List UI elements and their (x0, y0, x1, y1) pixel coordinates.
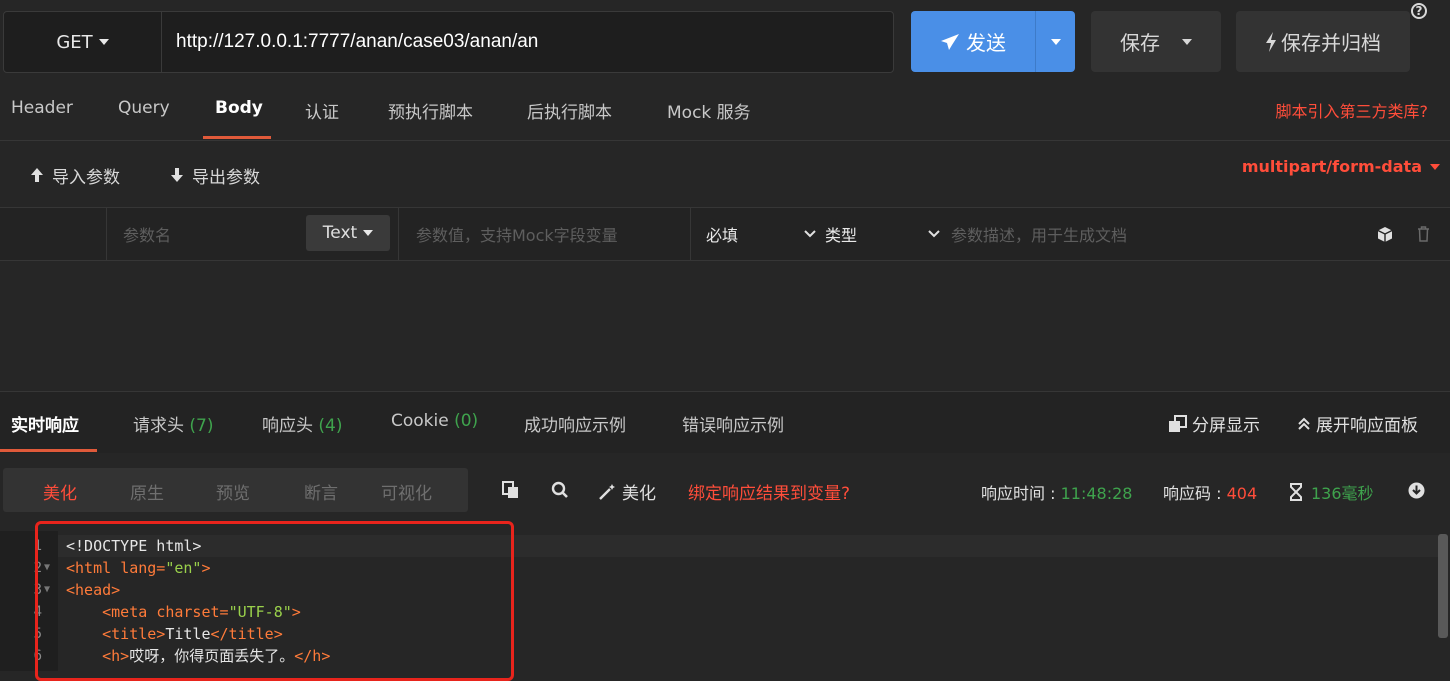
chevron-down-icon (1051, 38, 1061, 45)
param-type-select[interactable]: Text (306, 215, 390, 251)
response-time-label: 响应时间 : (981, 484, 1061, 503)
tab-label: 响应头 (262, 416, 313, 436)
chevron-down-icon (804, 230, 816, 238)
required-label: 必填 (706, 226, 739, 245)
split-view-label: 分屏显示 (1192, 416, 1260, 436)
search-icon[interactable] (551, 481, 569, 499)
save-archive-label: 保存并归档 (1281, 31, 1381, 55)
paper-plane-icon (941, 33, 959, 50)
chevron-down-icon (363, 230, 374, 236)
hourglass-icon (1290, 483, 1302, 501)
lightning-icon (1266, 31, 1276, 52)
download-icon[interactable] (1408, 482, 1425, 499)
import-params-button[interactable]: 导入参数 (30, 163, 120, 188)
split-view-button[interactable]: 分屏显示 (1168, 411, 1260, 436)
send-label: 发送 (966, 31, 1006, 55)
send-options-button[interactable] (1035, 11, 1076, 72)
tab-cookie[interactable]: Cookie (0) (391, 411, 478, 431)
response-time-value: 11:48:28 (1060, 484, 1133, 503)
export-params-button[interactable]: 导出参数 (170, 163, 260, 188)
divider (0, 140, 1450, 141)
type-label: 类型 (825, 226, 858, 245)
expand-panel-button[interactable]: 展开响应面板 (1296, 411, 1418, 436)
beautify-button[interactable]: 美化 (598, 479, 656, 504)
chevron-down-icon (1182, 38, 1192, 45)
double-chevron-up-icon (1298, 417, 1310, 430)
content-type-select[interactable]: multipart/form-data (1242, 157, 1440, 176)
param-name-input[interactable]: 参数名 (123, 208, 171, 260)
chevron-down-icon (98, 39, 109, 45)
active-tab-indicator (203, 136, 271, 139)
tab-success-example[interactable]: 成功响应示例 (524, 411, 626, 436)
view-mode-raw[interactable]: 原生 (130, 479, 164, 504)
export-params-label: 导出参数 (192, 167, 260, 188)
beautify-label: 美化 (622, 484, 656, 504)
tab-label: Cookie (391, 411, 449, 431)
count-badge: (7) (189, 416, 214, 436)
count-badge: (0) (454, 411, 479, 431)
tab-body[interactable]: Body (215, 98, 263, 122)
magic-wand-icon (599, 483, 615, 500)
tab-realtime-response[interactable]: 实时响应 (11, 411, 79, 436)
split-view-icon (1169, 414, 1187, 432)
method-select[interactable]: GET (4, 12, 162, 72)
save-archive-button[interactable]: 保存并归档 (1236, 11, 1410, 72)
divider (690, 208, 691, 260)
content-type-label: multipart/form-data (1241, 157, 1422, 176)
url-bar: GET http://127.0.0.1:7777/anan/case03/an… (3, 11, 894, 73)
response-duration: 136毫秒 (1289, 480, 1374, 504)
tab-header[interactable]: Header (11, 98, 73, 122)
chevron-down-icon (928, 230, 940, 238)
arrow-down-icon (171, 168, 183, 182)
tab-query[interactable]: Query (118, 98, 170, 122)
param-type-label: Text (322, 223, 358, 243)
import-params-label: 导入参数 (52, 167, 120, 188)
highlight-box (35, 521, 514, 681)
tab-mock[interactable]: Mock 服务 (667, 98, 751, 123)
param-desc-input[interactable]: 参数描述，用于生成文档 (927, 208, 1127, 260)
save-button[interactable]: 保存 (1091, 11, 1221, 72)
divider (106, 208, 107, 260)
tab-request-headers[interactable]: 请求头 (7) (133, 411, 214, 436)
view-mode-visualize[interactable]: 可视化 (381, 479, 432, 504)
response-code-label: 响应码 : (1163, 484, 1227, 503)
param-value-input[interactable]: 参数值，支持Mock字段变量 (416, 208, 618, 260)
bind-to-variable-link[interactable]: 绑定响应结果到变量? (688, 479, 850, 504)
param-row: 参数名 Text 参数值，支持Mock字段变量 必填 类型 参数描述，用于生成文… (0, 207, 1450, 261)
vertical-scrollbar[interactable] (1438, 534, 1448, 638)
count-badge: (4) (318, 416, 343, 436)
help-icon[interactable]: ? (1411, 3, 1427, 19)
required-select[interactable]: 必填 (706, 208, 738, 260)
type-select[interactable]: 类型 (803, 208, 857, 260)
tab-error-example[interactable]: 错误响应示例 (682, 411, 784, 436)
tab-pre-script[interactable]: 预执行脚本 (388, 98, 473, 123)
tab-label: 请求头 (133, 416, 184, 436)
divider (398, 208, 399, 260)
url-input[interactable]: http://127.0.0.1:7777/anan/case03/anan/a… (176, 12, 538, 72)
expand-panel-label: 展开响应面板 (1316, 416, 1418, 436)
tab-response-headers[interactable]: 响应头 (4) (262, 411, 343, 436)
send-button-group: 发送 (911, 11, 1075, 72)
tab-post-script[interactable]: 后执行脚本 (527, 98, 612, 123)
third-party-lib-link[interactable]: 脚本引入第三方类库? (1276, 98, 1429, 122)
save-label: 保存 (1120, 31, 1160, 55)
method-label: GET (56, 31, 93, 53)
response-code-value: 404 (1226, 484, 1258, 503)
trash-icon[interactable] (1417, 226, 1430, 242)
arrow-up-icon (31, 168, 43, 182)
active-tab-indicator (0, 449, 97, 452)
tab-auth[interactable]: 认证 (305, 98, 339, 123)
cube-icon[interactable] (1377, 226, 1393, 243)
view-mode-pretty[interactable]: 美化 (43, 479, 77, 504)
copy-icon[interactable] (502, 481, 519, 499)
response-duration-value: 136毫秒 (1311, 484, 1374, 503)
send-button[interactable]: 发送 (911, 11, 1035, 72)
param-desc-placeholder: 参数描述，用于生成文档 (951, 226, 1128, 245)
view-mode-assert[interactable]: 断言 (304, 479, 338, 504)
response-code: 响应码 : 404 (1163, 480, 1257, 504)
view-mode-preview[interactable]: 预览 (216, 479, 250, 504)
chevron-down-icon (1430, 163, 1440, 170)
response-time: 响应时间 : 11:48:28 (981, 480, 1132, 504)
